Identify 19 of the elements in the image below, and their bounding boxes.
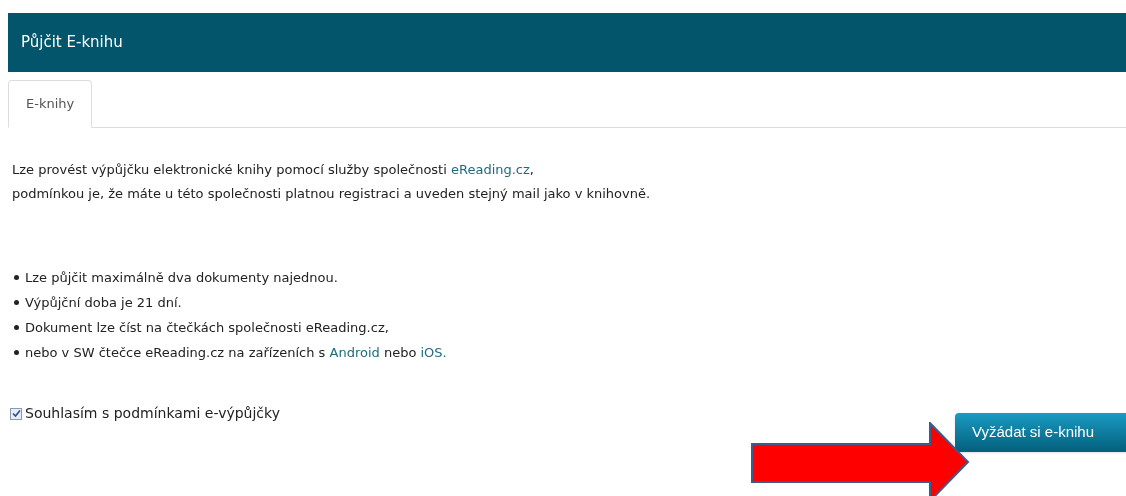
checkbox[interactable] — [10, 407, 22, 420]
link[interactable]: eReading.cz — [450, 162, 530, 177]
link[interactable]: Android — [329, 345, 380, 360]
bullet-icon — [14, 350, 19, 355]
check-icon — [11, 409, 21, 418]
bullet-icon — [14, 325, 19, 330]
checkbox-label: Souhlasím s podmínkami e-výpůjčky — [25, 404, 280, 423]
request-button[interactable]: Vyžádat si e-knihu — [955, 413, 1126, 452]
text-line: podmínkou je, že máte u této společnosti platnou registraci a uveden stejný mail jako v knihovně. — [12, 185, 652, 203]
bullet-icon — [14, 275, 19, 280]
tab[interactable]: E-knihy — [8, 80, 93, 128]
panel-title: Půjčit E-knihu — [21, 32, 123, 54]
text-line: Dokument lze číst na čtečkách společnosti eReading.cz, — [25, 319, 389, 337]
text-line: nebo v SW čtečce eReading.cz na zařízeních s Android nebo iOS. — [25, 344, 447, 362]
text-line: Lze půjčit maximálně dva dokumenty najednou. — [25, 269, 338, 287]
link[interactable]: iOS. — [420, 345, 447, 360]
bullet-icon — [14, 300, 19, 305]
text-line: Výpůjční doba je 21 dní. — [25, 294, 182, 312]
text-line: Lze provést výpůjčku elektronické knihy pomocí služby společnosti eReading.cz, — [12, 161, 535, 179]
